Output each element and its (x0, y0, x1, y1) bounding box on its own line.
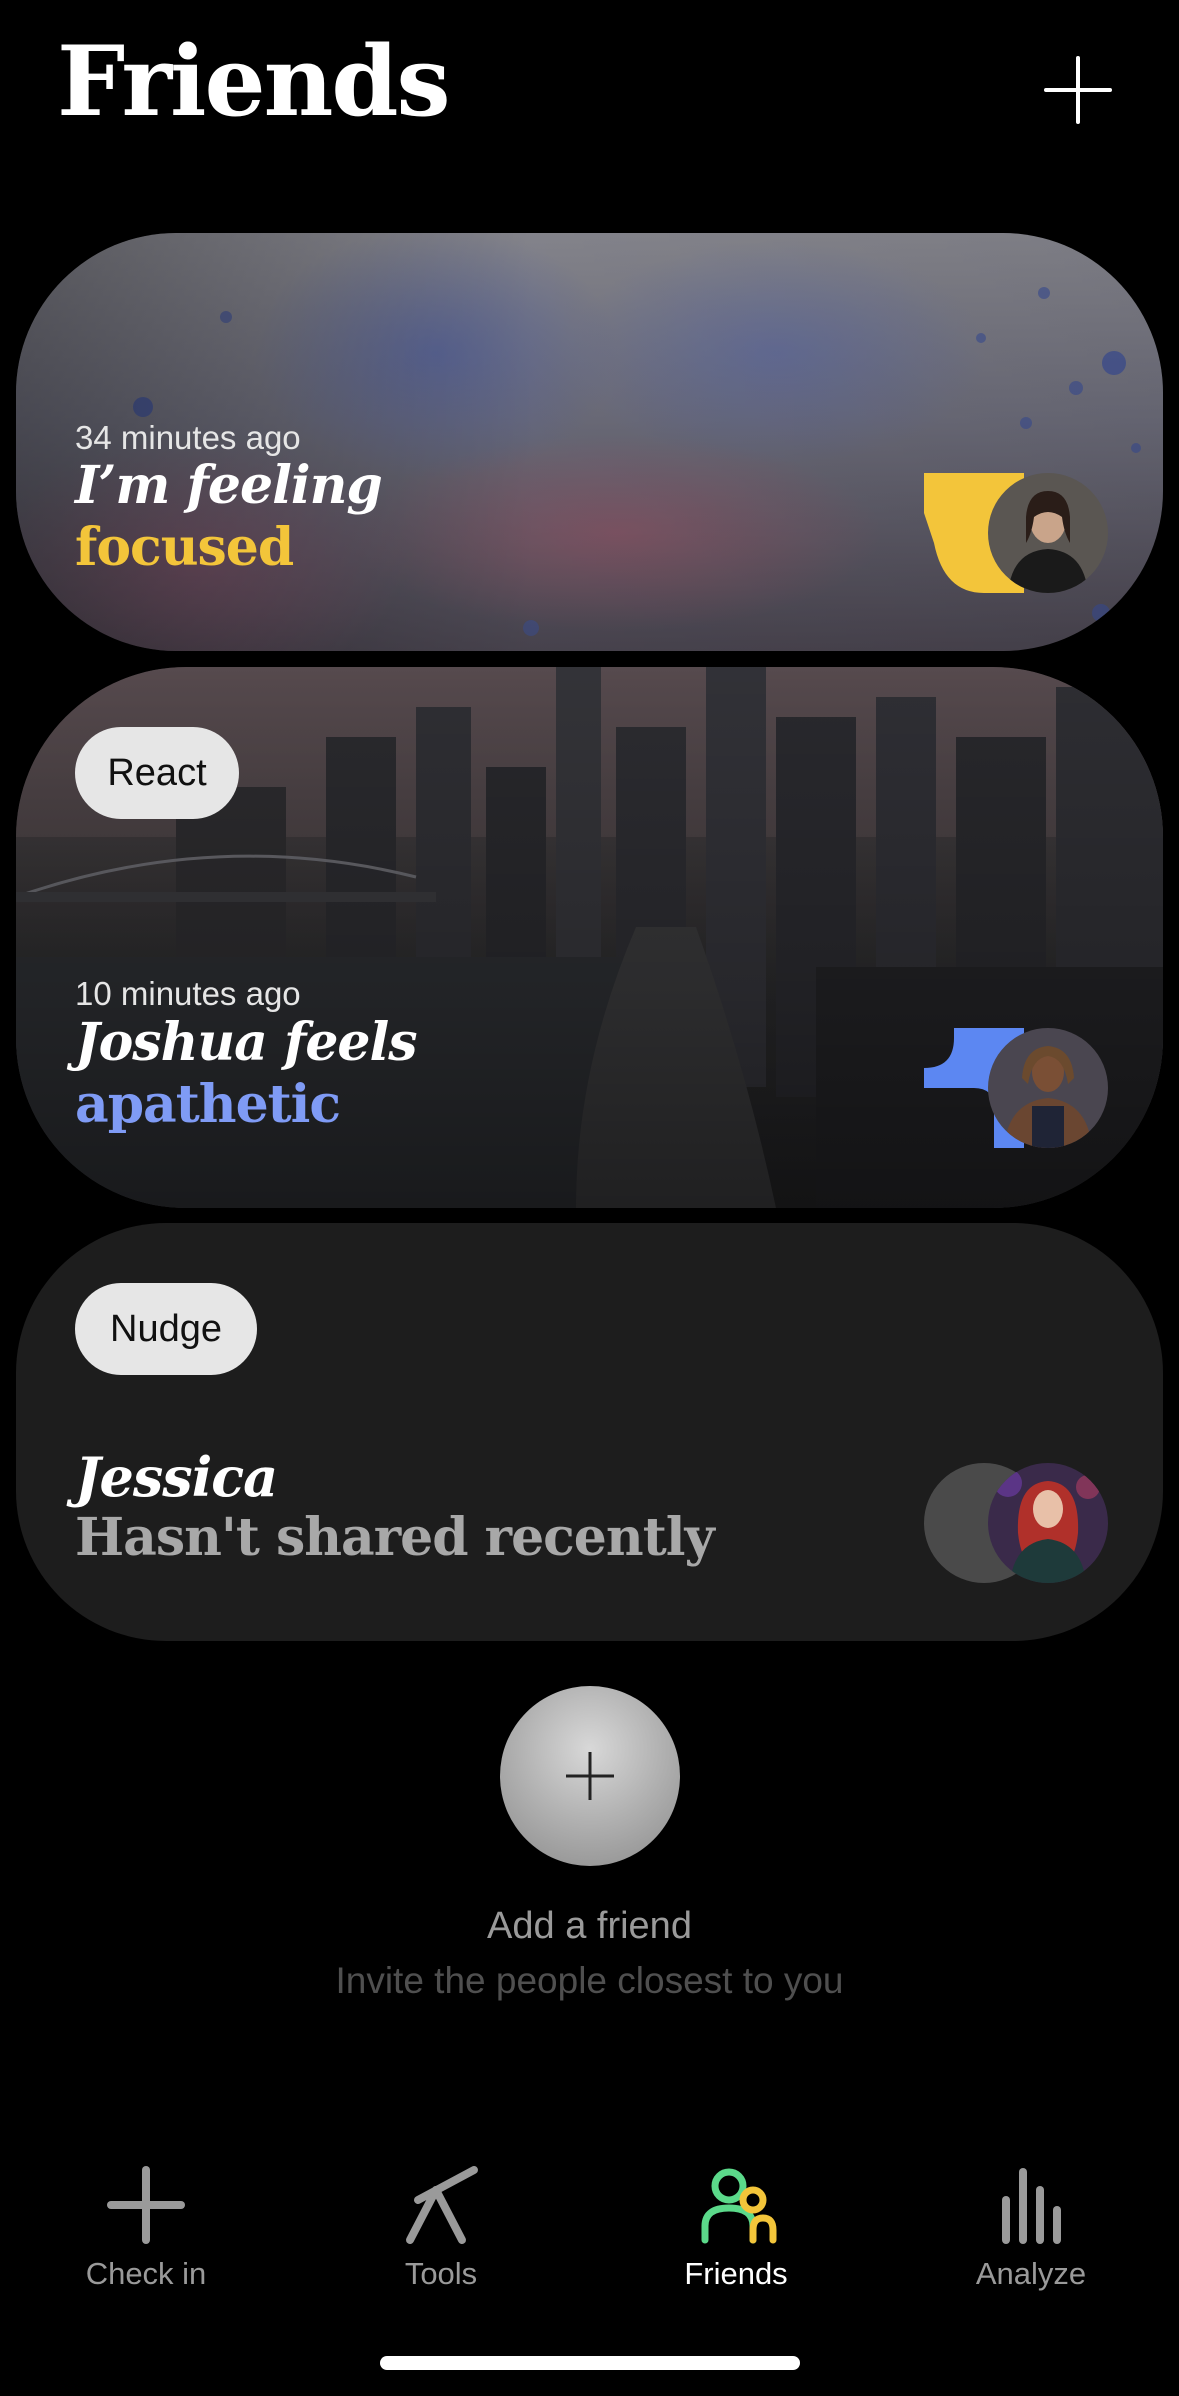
add-friend-title: Add a friend (487, 1905, 692, 1947)
avatar (988, 1463, 1108, 1583)
friend-status: Hasn't shared recently (75, 1507, 715, 1568)
avatar (988, 473, 1108, 593)
friend-checkin-headline: Joshua feels (75, 1012, 418, 1073)
avatar-with-mood-shape[interactable] (924, 1463, 1108, 1583)
react-button[interactable]: React (75, 727, 239, 819)
bar-chart-icon (1002, 2168, 1061, 2244)
plus-icon (566, 1752, 614, 1800)
friend-checkin-mood: apathetic (75, 1074, 341, 1135)
page-title: Friends (57, 25, 451, 138)
tab-label: Check in (85, 2256, 207, 2291)
friends-icon (701, 2168, 777, 2244)
nudge-button[interactable]: Nudge (75, 1283, 257, 1375)
plus-icon[interactable] (1044, 56, 1112, 124)
friend-checkin-time: 10 minutes ago (75, 975, 301, 1012)
tab-tools[interactable]: Tools (331, 2160, 551, 2292)
checkin-time: 34 minutes ago (75, 419, 301, 456)
friend-card-jessica[interactable]: Nudge Jessica Hasn't shared recently (16, 1223, 1163, 1641)
avatar (988, 1028, 1108, 1148)
my-checkin-card[interactable]: 34 minutes ago I’m feeling focused (16, 233, 1163, 651)
tab-label: Analyze (975, 2256, 1087, 2291)
tab-label: Friends (684, 2256, 788, 2291)
plus-icon (107, 2166, 185, 2244)
avatar-with-mood-shape[interactable] (924, 1028, 1108, 1148)
home-indicator (380, 2356, 800, 2370)
friend-card-joshua[interactable]: React 10 minutes ago Joshua feels apathe… (16, 667, 1163, 1208)
add-friend-button[interactable] (500, 1686, 680, 1866)
tools-icon (406, 2166, 478, 2244)
tab-analyze[interactable]: Analyze (921, 2160, 1141, 2292)
checkin-mood: focused (75, 517, 294, 578)
add-friend-subtitle: Invite the people closest to you (335, 1960, 844, 2001)
checkin-headline: I’m feeling (75, 455, 383, 516)
tab-check-in[interactable]: Check in (36, 2160, 256, 2292)
tab-label: Tools (404, 2256, 478, 2291)
avatar-with-mood-shape[interactable] (924, 473, 1108, 593)
friend-name: Jessica (75, 1445, 278, 1509)
tab-friends[interactable]: Friends (626, 2160, 846, 2292)
